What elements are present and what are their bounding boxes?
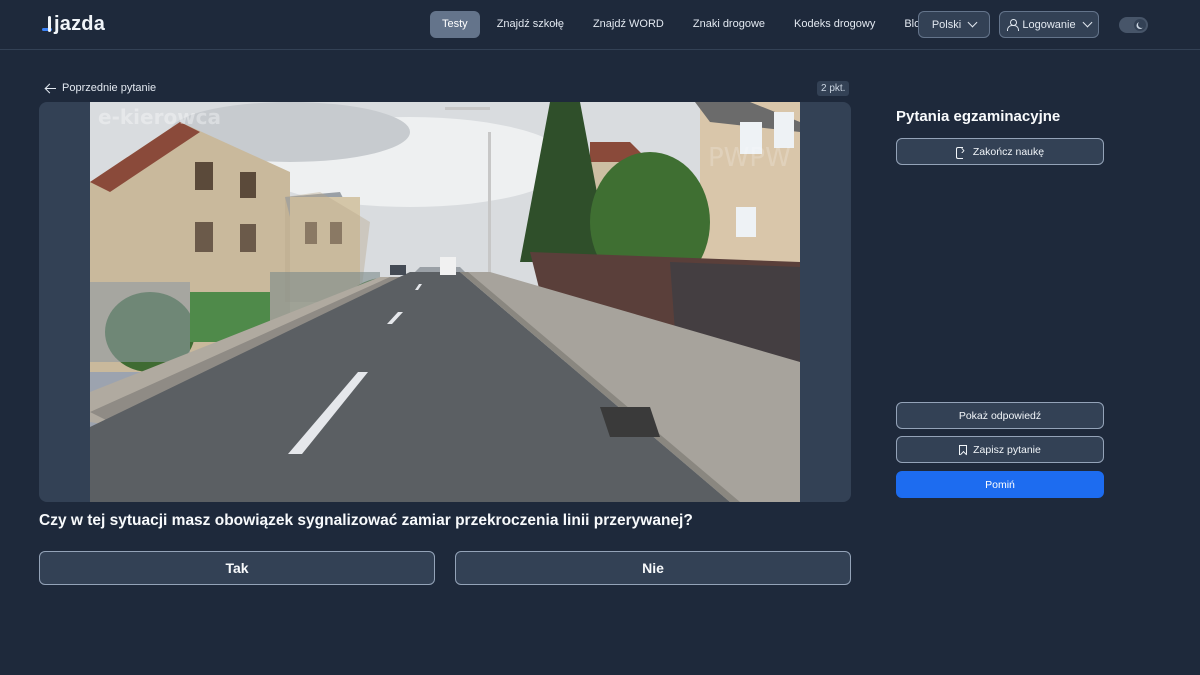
skip-button[interactable]: Pomiń [896, 471, 1104, 498]
login-label: Logowanie [1022, 18, 1076, 31]
svg-text:e-kierowca: e-kierowca [98, 105, 221, 129]
answer-yes-button[interactable]: Tak [39, 551, 435, 585]
logo-mark-icon [42, 14, 52, 34]
top-navbar: jazda Testy Znajdź szkołę Znajdź WORD Zn… [0, 0, 1200, 50]
previous-question-link[interactable]: Poprzednie pytanie [45, 80, 156, 96]
svg-text:PWPW: PWPW [708, 143, 791, 173]
chevron-down-icon [1082, 17, 1093, 28]
theme-toggle[interactable] [1119, 17, 1148, 33]
question-text: Czy w tej sytuacji masz obowiązek sygnal… [39, 512, 693, 529]
main-nav: Testy Znajdź szkołę Znajdź WORD Znaki dr… [430, 11, 943, 38]
show-answer-label: Pokaż odpowiedź [958, 409, 1042, 422]
user-icon [1007, 19, 1020, 31]
skip-label: Pomiń [985, 478, 1015, 491]
nav-item-find-word[interactable]: Znajdź WORD [581, 11, 676, 38]
nav-item-testy[interactable]: Testy [430, 11, 480, 38]
save-question-button[interactable]: Zapisz pytanie [896, 436, 1104, 463]
answer-no-button[interactable]: Nie [455, 551, 851, 585]
nav-item-road-signs[interactable]: Znaki drogowe [681, 11, 777, 38]
theme-toggle-knob [1134, 19, 1146, 31]
chevron-down-icon [967, 17, 978, 28]
street-scene-illustration: e-kierowca PWPW [90, 102, 800, 502]
end-learning-label: Zakończ naukę [972, 145, 1045, 158]
bookmark-icon [959, 444, 968, 455]
points-badge: 2 pkt. [817, 81, 850, 96]
show-answer-button[interactable]: Pokaż odpowiedź [896, 402, 1104, 429]
moon-icon [1138, 21, 1145, 28]
arrow-left-icon [45, 83, 56, 93]
nav-item-road-code[interactable]: Kodeks drogowy [782, 11, 887, 38]
end-learning-button[interactable]: Zakończ naukę [896, 138, 1104, 165]
logo[interactable]: jazda [42, 12, 105, 36]
language-select[interactable]: Polski [918, 11, 990, 38]
question-media: e-kierowca PWPW [39, 102, 851, 502]
sidebar-title: Pytania egzaminacyjne [896, 108, 1061, 125]
save-question-label: Zapisz pytanie [973, 443, 1041, 456]
exit-icon [955, 143, 967, 159]
language-label: Polski [931, 18, 962, 31]
login-button[interactable]: Logowanie [999, 11, 1099, 38]
street-scene-image: e-kierowca PWPW [90, 102, 800, 502]
logo-text: jazda [54, 12, 106, 35]
previous-question-label: Poprzednie pytanie [62, 82, 157, 94]
nav-item-find-school[interactable]: Znajdź szkołę [485, 11, 576, 38]
